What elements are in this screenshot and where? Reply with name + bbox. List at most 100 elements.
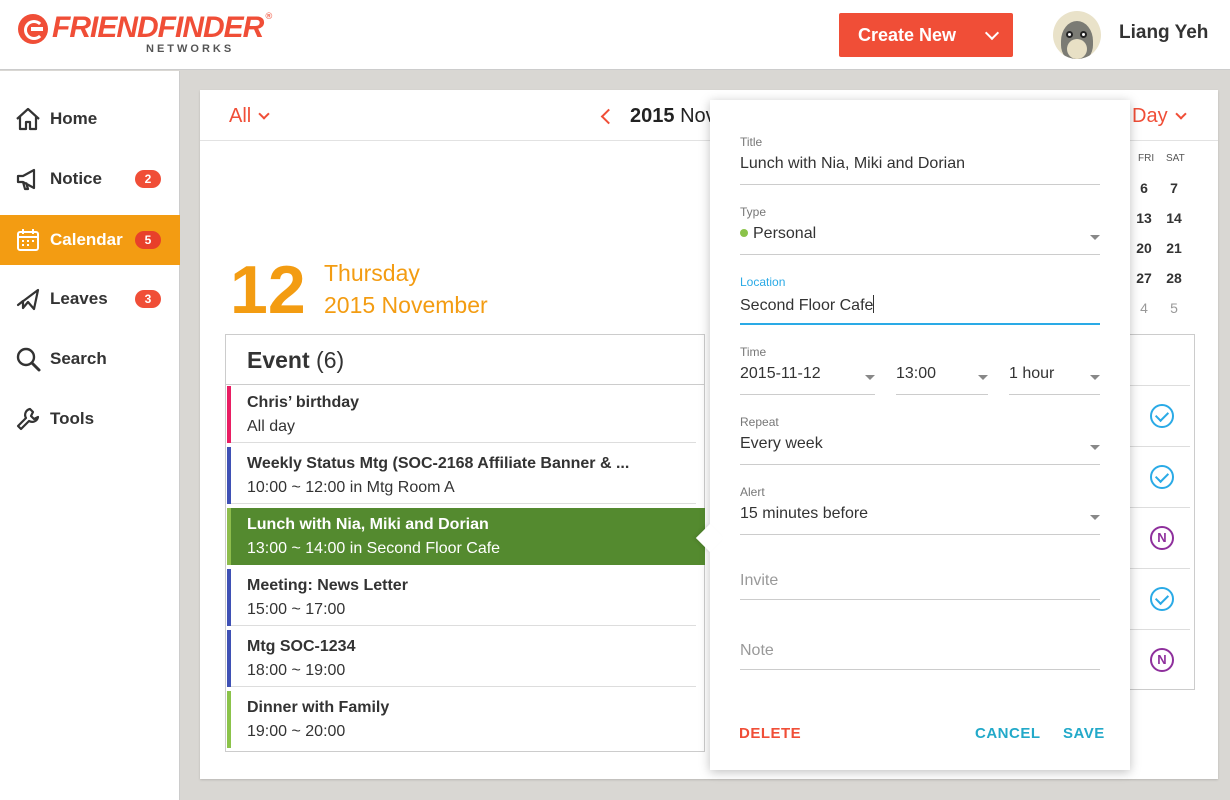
alert-field[interactable]: Alert 15 minutes before <box>740 485 1100 535</box>
location-field[interactable]: Location Second Floor Cafe <box>740 275 1100 325</box>
save-button[interactable]: SAVE <box>1063 725 1105 742</box>
create-new-button[interactable]: Create New <box>839 13 1013 57</box>
event-row-dinner[interactable]: Dinner with Family 19:00 ~ 20:00 <box>227 691 696 748</box>
event-color-bar <box>227 569 231 626</box>
mini-cal-day[interactable]: 28 <box>1163 270 1185 286</box>
event-count: (6) <box>316 347 345 373</box>
repeat-label: Repeat <box>740 415 779 429</box>
month-title: 2015 Nov <box>630 105 716 128</box>
sidebar-item-label: Tools <box>50 409 95 428</box>
prev-month-button[interactable] <box>600 108 617 125</box>
note-field[interactable]: Note <box>740 620 1100 670</box>
sidebar: Home Notice 2 Calendar 5 Leaves 3 Search <box>0 71 180 800</box>
event-title: Chris’ birthday <box>247 394 360 411</box>
mini-cal-day[interactable]: 6 <box>1133 180 1155 196</box>
event-row-mtg-soc[interactable]: Mtg SOC-1234 18:00 ~ 19:00 <box>227 630 696 687</box>
accepted-check-icon[interactable] <box>1150 465 1174 489</box>
avatar[interactable] <box>1053 11 1101 59</box>
accepted-check-icon[interactable] <box>1150 587 1174 611</box>
day-number: 12 <box>230 252 306 328</box>
chevron-down-icon <box>1174 108 1187 120</box>
sidebar-item-tools[interactable]: Tools <box>0 394 180 444</box>
delete-button[interactable]: DELETE <box>739 725 801 742</box>
title-input[interactable]: Lunch with Nia, Miki and Dorian <box>740 155 965 173</box>
event-color-bar <box>227 630 231 687</box>
event-list-panel: Event (6) Chris’ birthday All day Weekly… <box>225 334 705 752</box>
pending-n-icon[interactable]: N <box>1150 526 1174 550</box>
sidebar-item-label: Leaves <box>50 289 108 308</box>
cancel-button[interactable]: CANCEL <box>975 725 1041 742</box>
megaphone-icon <box>16 168 36 191</box>
filter-dropdown[interactable]: All <box>229 105 270 128</box>
airplane-icon <box>16 288 40 311</box>
wrench-icon <box>16 407 40 431</box>
mini-cal-day[interactable]: 4 <box>1133 300 1155 316</box>
invite-placeholder: Invite <box>740 572 779 589</box>
sidebar-item-search[interactable]: Search <box>0 334 180 384</box>
title-label: Title <box>740 135 763 149</box>
home-icon <box>16 107 40 131</box>
event-row-birthday[interactable]: Chris’ birthday All day <box>227 386 696 443</box>
calendar-icon <box>17 229 39 251</box>
sidebar-item-notice[interactable]: Notice 2 <box>0 154 180 204</box>
sidebar-item-label: Search <box>50 349 107 368</box>
view-label: Day <box>1132 105 1168 127</box>
event-title: Lunch with Nia, Miki and Dorian <box>247 516 489 533</box>
event-color-bar <box>227 386 231 443</box>
event-row-weekly-status[interactable]: Weekly Status Mtg (SOC-2168 Affiliate Ba… <box>227 447 696 504</box>
user-name[interactable]: Liang Yeh <box>1119 22 1208 44</box>
start-time-select[interactable]: 13:00 <box>896 365 988 395</box>
type-select[interactable]: Personal <box>740 225 816 243</box>
logo-icon <box>18 14 48 44</box>
event-title: Dinner with Family <box>247 699 390 716</box>
mini-cal-day[interactable]: 20 <box>1133 240 1155 256</box>
repeat-field[interactable]: Repeat Every week <box>740 415 1100 465</box>
date-value: 2015-11-12 <box>740 365 821 382</box>
location-input[interactable]: Second Floor Cafe <box>740 295 875 315</box>
filter-label: All <box>229 105 252 127</box>
event-time: 13:00 ~ 14:00 in Second Floor Cafe <box>247 540 501 557</box>
mini-cal-day[interactable]: 7 <box>1163 180 1185 196</box>
event-heading-label: Event <box>247 347 310 373</box>
calendar-badge: 5 <box>135 231 161 249</box>
date-select[interactable]: 2015-11-12 <box>740 365 875 395</box>
alert-value[interactable]: 15 minutes before <box>740 505 868 523</box>
pending-n-icon[interactable]: N <box>1150 648 1174 672</box>
avatar-eye <box>1080 31 1087 38</box>
caret-down-icon <box>1090 235 1100 240</box>
view-dropdown[interactable]: Day <box>1132 105 1187 128</box>
event-row-newsletter[interactable]: Meeting: News Letter 15:00 ~ 17:00 <box>227 569 696 626</box>
sidebar-item-calendar[interactable]: Calendar 5 <box>0 215 180 265</box>
sidebar-item-label: Notice <box>50 169 102 188</box>
weekday-head-sat: SAT <box>1166 153 1185 164</box>
event-color-bar <box>227 508 231 565</box>
type-field[interactable]: Type Personal <box>740 205 1100 255</box>
notice-badge: 2 <box>135 170 161 188</box>
caret-down-icon <box>865 375 875 380</box>
duration-select[interactable]: 1 hour <box>1009 365 1100 395</box>
mini-cal-day[interactable]: 27 <box>1133 270 1155 286</box>
event-title: Meeting: News Letter <box>247 577 408 594</box>
sidebar-item-home[interactable]: Home <box>0 94 180 144</box>
location-value: Second Floor Cafe <box>740 297 874 314</box>
repeat-value[interactable]: Every week <box>740 435 823 453</box>
title-field[interactable]: Title Lunch with Nia, Miki and Dorian <box>740 135 1100 185</box>
event-row-lunch-selected[interactable]: Lunch with Nia, Miki and Dorian 13:00 ~ … <box>227 508 705 565</box>
mini-cal-day[interactable]: 5 <box>1163 300 1185 316</box>
event-color-bar <box>227 447 231 504</box>
accepted-check-icon[interactable] <box>1150 404 1174 428</box>
invite-field[interactable]: Invite <box>740 550 1100 600</box>
event-time: 18:00 ~ 19:00 <box>247 662 346 679</box>
mini-cal-day[interactable]: 13 <box>1133 210 1155 226</box>
event-title: Mtg SOC-1234 <box>247 638 356 655</box>
note-placeholder: Note <box>740 642 774 659</box>
caret-down-icon <box>1090 515 1100 520</box>
caret-down-icon <box>978 375 988 380</box>
mini-cal-day[interactable]: 14 <box>1163 210 1185 226</box>
mini-cal-day[interactable]: 21 <box>1163 240 1185 256</box>
avatar-eye <box>1066 31 1073 38</box>
sidebar-item-leaves[interactable]: Leaves 3 <box>0 274 180 324</box>
event-time: 15:00 ~ 17:00 <box>247 601 346 618</box>
brand-logo[interactable]: FRIENDFINDER ® <box>18 12 273 44</box>
event-time: 19:00 ~ 20:00 <box>247 723 346 740</box>
